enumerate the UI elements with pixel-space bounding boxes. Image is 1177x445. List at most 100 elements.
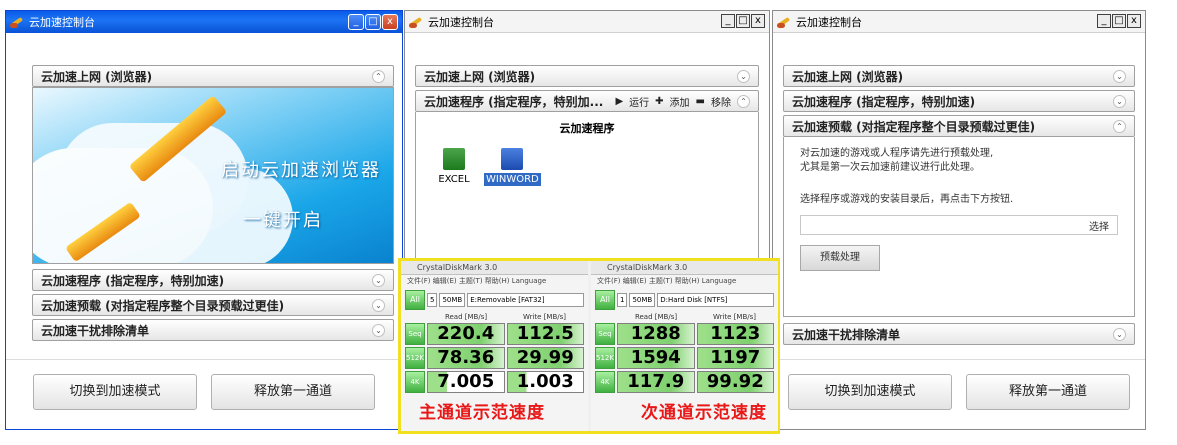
cdm-read-head: Read [MB/s] xyxy=(634,313,678,321)
remove-icon[interactable]: ▬ xyxy=(696,96,705,107)
preload-process-button[interactable]: 预载处理 xyxy=(800,245,880,271)
directory-field[interactable]: 选择 xyxy=(800,215,1118,235)
section-interference[interactable]: 云加速干扰排除清单 ⌄ xyxy=(32,319,394,341)
section-program-label: 云加速程序 (指定程序，特别加速) xyxy=(792,94,976,109)
release-channel-button[interactable]: 释放第一通道 xyxy=(211,374,375,410)
section-program-label: 云加速程序 (指定程序，特别加速) xyxy=(41,273,225,288)
banner-text-oneclick: 一键开启 xyxy=(243,210,323,231)
section-program[interactable]: 云加速程序 (指定程序，特别加速) ⌄ xyxy=(32,269,394,291)
word-icon xyxy=(501,148,523,170)
cdm-write-value: 1.003 xyxy=(506,371,584,393)
chevron-down-icon[interactable]: ⌄ xyxy=(372,273,385,287)
section-interference-label: 云加速干扰排除清单 xyxy=(41,323,150,338)
release-channel-button[interactable]: 释放第一通道 xyxy=(966,374,1130,410)
console-window-preload: 云加速控制台 _ □ x 云加速上网 (浏览器) ⌄ 云加速程序 (指定程序，特… xyxy=(772,10,1146,430)
cdm-title: CrystalDiskMark 3.0 xyxy=(591,261,778,275)
section-browser-label: 云加速上网 (浏览器) xyxy=(792,69,904,84)
footer: 切换到加速模式 释放第一通道 xyxy=(773,359,1145,429)
section-program[interactable]: 云加速程序 (指定程序，特别加速) ⌄ xyxy=(783,90,1135,112)
cdm-4k-button[interactable]: 4K xyxy=(595,371,615,393)
main-channel-caption: 主通道示范速度 xyxy=(419,403,545,423)
cdm-seq-button[interactable]: Seq xyxy=(595,323,615,345)
section-browser-label: 云加速上网 (浏览器) xyxy=(41,69,153,84)
remove-label[interactable]: 移除 xyxy=(711,94,731,109)
footer: 切换到加速模式 释放第一通道 xyxy=(6,359,402,429)
cdm-read-value: 117.9 xyxy=(617,371,695,393)
chevron-up-icon[interactable]: ⌃ xyxy=(372,69,385,83)
section-preload[interactable]: 云加速预载 (对指定程序整个目录预载过更佳) ⌄ xyxy=(32,294,394,316)
section-browser[interactable]: 云加速上网 (浏览器) ⌄ xyxy=(783,65,1135,87)
section-browser[interactable]: 云加速上网 (浏览器) ⌃ xyxy=(32,65,394,87)
cdm-read-value: 78.36 xyxy=(427,347,505,369)
title-bar[interactable]: 云加速控制台 _ □ x xyxy=(773,11,1145,33)
add-label[interactable]: 添加 xyxy=(670,94,690,109)
switch-mode-button[interactable]: 切换到加速模式 xyxy=(788,374,952,410)
cdm-menu[interactable]: 文件(F) 编辑(E) 主题(T) 帮助(H) Language xyxy=(401,275,588,287)
section-interference[interactable]: 云加速干扰排除清单 ⌄ xyxy=(783,323,1135,345)
section-preload[interactable]: 云加速预载 (对指定程序整个目录预载过更佳) ⌃ xyxy=(783,115,1135,137)
chevron-down-icon[interactable]: ⌄ xyxy=(737,69,750,83)
cdm-write-value: 1197 xyxy=(696,347,774,369)
crystaldiskmark-window-secondary: CrystalDiskMark 3.0 文件(F) 编辑(E) 主题(T) 帮助… xyxy=(591,261,778,431)
cdm-drive-select[interactable]: D:Hard Disk [NTFS] xyxy=(657,293,774,307)
cdm-read-value: 7.005 xyxy=(427,371,505,393)
chevron-up-icon[interactable]: ⌃ xyxy=(1113,119,1126,133)
window-title: 云加速控制台 xyxy=(428,15,494,29)
section-browser[interactable]: 云加速上网 (浏览器) ⌄ xyxy=(415,65,759,87)
chevron-down-icon[interactable]: ⌄ xyxy=(1113,327,1126,341)
browser-launch-banner[interactable]: 启动云加速浏览器 一键开启 xyxy=(32,87,394,264)
app-label: WINWORD xyxy=(484,173,541,186)
select-directory-link[interactable]: 选择 xyxy=(1089,218,1109,233)
maximize-button[interactable]: □ xyxy=(736,14,750,28)
title-bar[interactable]: 云加速控制台 _ □ x xyxy=(405,11,769,33)
minimize-button[interactable]: _ xyxy=(1097,14,1111,28)
cdm-count-select[interactable]: 1 xyxy=(617,293,628,307)
section-program[interactable]: 云加速程序 (指定程序，特别加... ▶ 运行 ✚ 添加 ▬ 移除 ⌃ xyxy=(415,90,759,112)
cdm-seq-button[interactable]: Seq xyxy=(405,323,425,345)
app-rocket-icon xyxy=(408,14,424,30)
cdm-read-value: 1288 xyxy=(617,323,695,345)
cdm-count-select[interactable]: 5 xyxy=(427,293,438,307)
chevron-down-icon[interactable]: ⌄ xyxy=(372,323,385,337)
cdm-4k-button[interactable]: 4K xyxy=(405,371,425,393)
chevron-up-icon[interactable]: ⌃ xyxy=(737,94,750,108)
program-list-panel: 云加速程序 EXCEL WINWORD xyxy=(415,112,759,262)
app-item-winword[interactable]: WINWORD xyxy=(484,148,541,186)
cdm-menu[interactable]: 文件(F) 编辑(E) 主题(T) 帮助(H) Language xyxy=(591,275,778,287)
close-button[interactable]: x xyxy=(382,14,398,30)
preload-panel: 对云加速的游戏或人程序请先进行预载处理, 尤其是第一次云加速前建议进行此处理。 … xyxy=(783,137,1135,317)
app-rocket-icon xyxy=(776,14,792,30)
cdm-write-head: Write [MB/s] xyxy=(523,313,567,321)
cdm-512k-button[interactable]: 512K xyxy=(405,347,425,369)
close-button[interactable]: x xyxy=(751,14,765,28)
switch-mode-button[interactable]: 切换到加速模式 xyxy=(33,374,197,410)
close-button[interactable]: x xyxy=(1127,14,1141,28)
cdm-size-select[interactable]: 50MB xyxy=(629,293,656,307)
benchmark-highlight-frame: CrystalDiskMark 3.0 文件(F) 编辑(E) 主题(T) 帮助… xyxy=(398,258,780,434)
cdm-read-value: 1594 xyxy=(617,347,695,369)
minimize-button[interactable]: _ xyxy=(348,14,364,30)
minimize-button[interactable]: _ xyxy=(721,14,735,28)
run-label[interactable]: 运行 xyxy=(629,94,649,109)
cdm-drive-select[interactable]: E:Removable [FAT32] xyxy=(467,293,584,307)
run-icon[interactable]: ▶ xyxy=(615,96,623,107)
banner-text-launch: 启动云加速浏览器 xyxy=(221,160,381,181)
app-item-excel[interactable]: EXCEL xyxy=(426,148,482,185)
cdm-write-value: 29.99 xyxy=(506,347,584,369)
cdm-all-button[interactable]: All xyxy=(405,290,425,310)
app-label: EXCEL xyxy=(438,174,470,185)
chevron-down-icon[interactable]: ⌄ xyxy=(372,298,385,312)
add-icon[interactable]: ✚ xyxy=(655,96,663,107)
console-window-browser: 云加速控制台 _ □ x 云加速上网 (浏览器) ⌃ 启动云加速浏览器 一键开启… xyxy=(5,10,403,430)
program-list-heading: 云加速程序 xyxy=(559,122,615,135)
maximize-button[interactable]: □ xyxy=(1112,14,1126,28)
maximize-button[interactable]: □ xyxy=(365,14,381,30)
app-rocket-icon xyxy=(9,14,25,30)
preload-instruction: 选择程序或游戏的安装目录后，再点击下方按钮. xyxy=(800,194,1014,205)
title-bar[interactable]: 云加速控制台 _ □ x xyxy=(6,11,402,33)
chevron-down-icon[interactable]: ⌄ xyxy=(1113,94,1126,108)
chevron-down-icon[interactable]: ⌄ xyxy=(1113,69,1126,83)
cdm-size-select[interactable]: 50MB xyxy=(439,293,466,307)
cdm-512k-button[interactable]: 512K xyxy=(595,347,615,369)
cdm-all-button[interactable]: All xyxy=(595,290,615,310)
